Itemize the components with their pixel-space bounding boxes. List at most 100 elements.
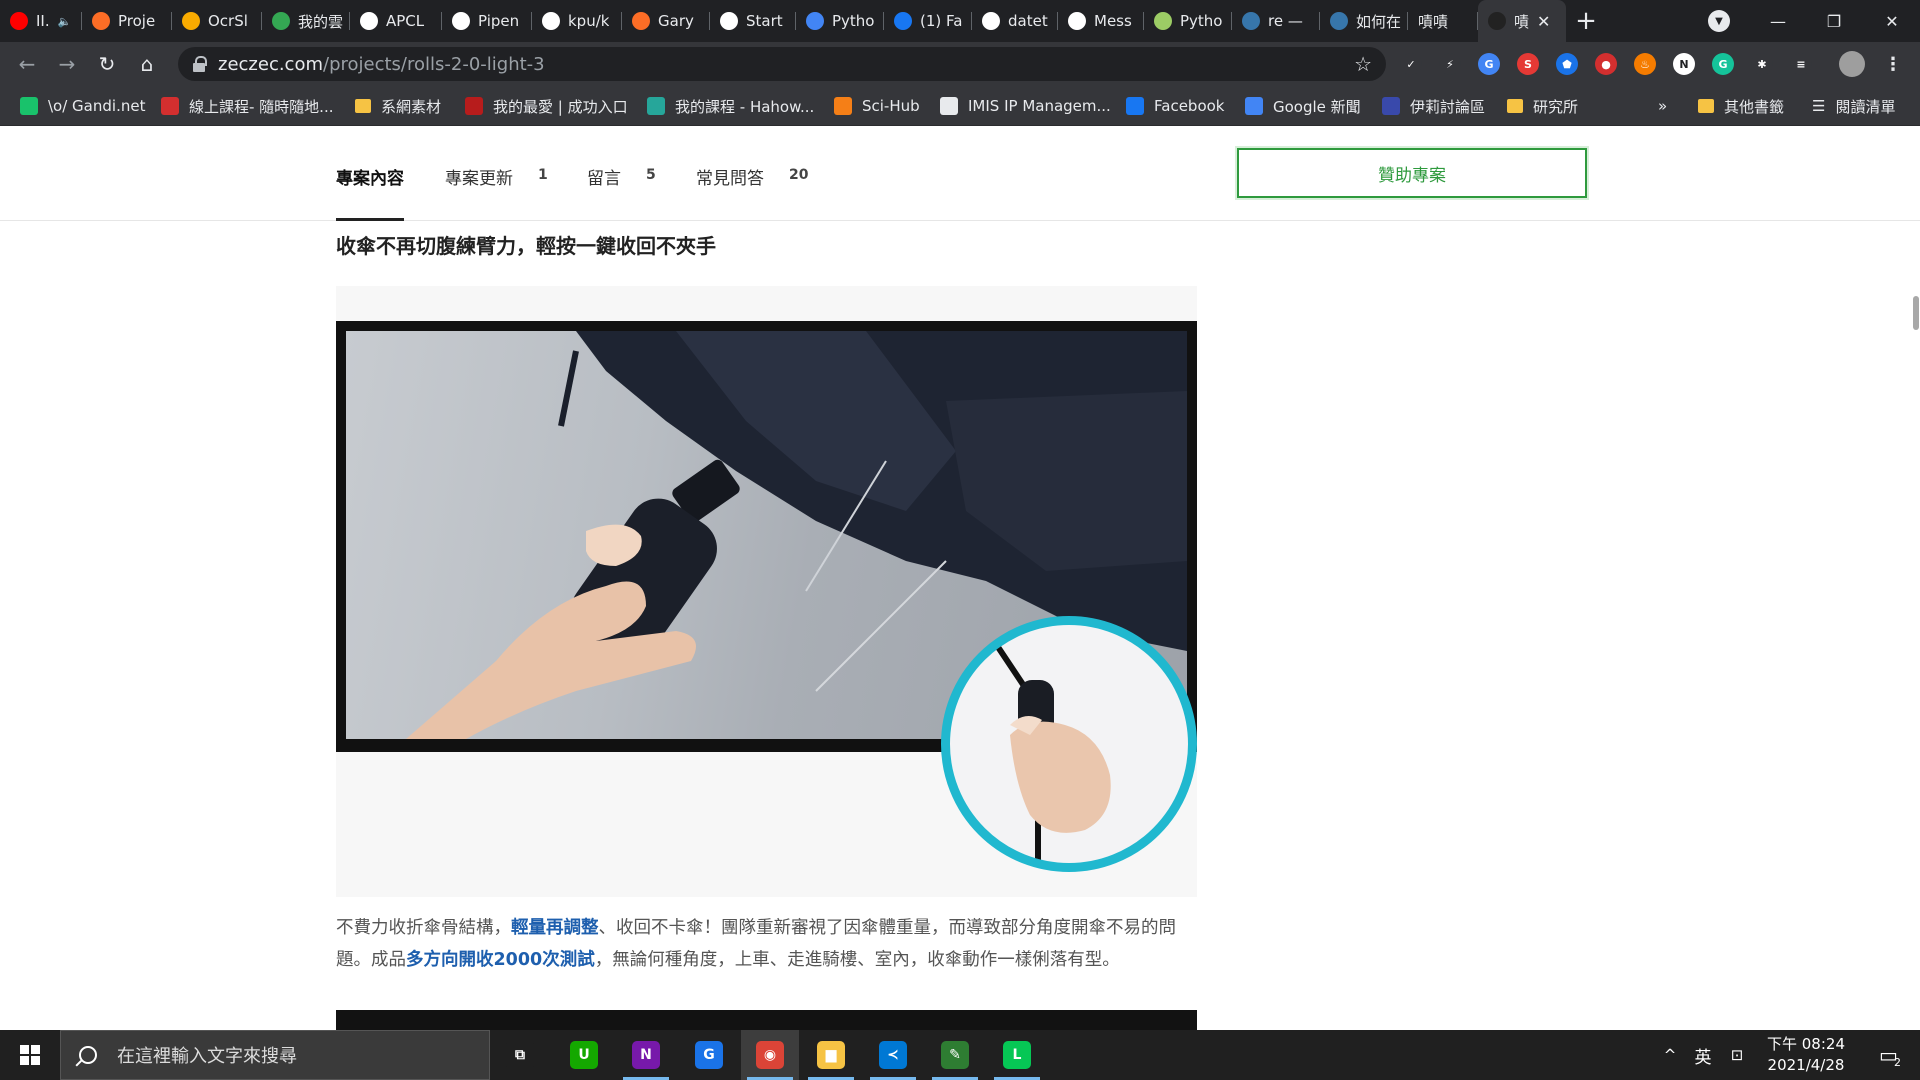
comments-count: 5 — [646, 167, 656, 183]
browser-tab[interactable]: kpu/k — [532, 0, 622, 42]
shield-extension-icon[interactable]: ⬟ — [1556, 53, 1578, 75]
minimize-button[interactable]: — — [1750, 0, 1806, 42]
bookmark-item[interactable]: 伊莉討論區 — [1382, 86, 1485, 126]
facebook-icon — [1126, 97, 1144, 115]
reading-list-button[interactable]: ☰ 閱讀清單 — [1812, 86, 1895, 126]
bookmark-item[interactable]: 研究所 — [1507, 86, 1578, 126]
bookmark-item[interactable]: Google 新聞 — [1245, 86, 1361, 126]
reload-icon[interactable]: ↻ — [93, 50, 121, 78]
home-icon[interactable]: ⌂ — [133, 50, 161, 78]
notification-center-icon[interactable]: ▭ 2 — [1862, 1030, 1918, 1080]
new-tab-button[interactable]: + — [1566, 0, 1606, 42]
tab-faq[interactable]: 常見問答 — [696, 164, 764, 189]
fire-extension-icon[interactable]: ♨ — [1634, 53, 1656, 75]
browser-tab[interactable]: Pipen — [442, 0, 532, 42]
browser-tab[interactable]: Start — [710, 0, 796, 42]
grammarly-extension-icon[interactable]: G — [1712, 53, 1734, 75]
browser-tab[interactable]: Proje — [82, 0, 172, 42]
browser-tab[interactable]: Gary — [622, 0, 710, 42]
forward-arrow-icon[interactable]: → — [53, 50, 81, 78]
taskbar-clock[interactable]: 下午 08:24 2021/4/28 — [1760, 1034, 1852, 1076]
page-content: 專案內容 專案更新 1 留言 5 常見問答 20 贊助專案 收傘不再切腹練臂力，… — [0, 126, 1920, 1030]
page-scrollbar[interactable] — [1913, 296, 1919, 330]
taskbar-app[interactable]: G — [680, 1030, 738, 1080]
browser-tab[interactable]: OcrSl — [172, 0, 262, 42]
translate-extension-icon[interactable]: G — [1478, 53, 1500, 75]
back-arrow-icon[interactable]: ← — [13, 50, 41, 78]
profile-avatar[interactable] — [1839, 51, 1865, 77]
chrome-icon: ◉ — [756, 1041, 784, 1069]
close-window-button[interactable]: ✕ — [1864, 0, 1920, 42]
browser-tab[interactable]: re — — [1232, 0, 1320, 42]
browser-tab[interactable]: 嘖嘖 — [1408, 0, 1478, 42]
ime-indicator[interactable]: 英 — [1688, 1030, 1718, 1080]
hahow-course-icon — [647, 97, 665, 115]
bolt-extension-icon[interactable]: ⚡ — [1439, 53, 1461, 75]
restore-button[interactable]: ❐ — [1806, 0, 1862, 42]
s-extension-icon[interactable]: S — [1517, 53, 1539, 75]
start-button[interactable] — [0, 1030, 60, 1080]
tab-comments[interactable]: 留言 — [587, 164, 621, 189]
browser-tab[interactable]: II. 🔈 — [0, 0, 82, 42]
browser-tab[interactable]: datet — [972, 0, 1058, 42]
taskbar-app[interactable]: L — [988, 1030, 1046, 1080]
browser-tab[interactable]: 如何在 — [1320, 0, 1408, 42]
browser-tab[interactable]: 嘖 ✕ — [1478, 0, 1566, 42]
gitlab-icon — [632, 12, 650, 30]
taskbar-app[interactable]: N — [617, 1030, 675, 1080]
bookmark-item[interactable]: Sci-Hub — [834, 86, 920, 126]
puzzle-extension-icon[interactable]: ✱ — [1751, 53, 1773, 75]
browser-tab[interactable]: Mess — [1058, 0, 1144, 42]
address-bar[interactable]: zeczec.com/projects/rolls-2-0-light-3 ☆ — [178, 47, 1386, 81]
lock-icon[interactable] — [192, 56, 207, 72]
bookmark-item[interactable]: \o/ Gandi.net — [20, 86, 145, 126]
tab-title: Start — [746, 12, 783, 30]
python-icon — [1242, 12, 1260, 30]
tab-project-updates[interactable]: 專案更新 — [445, 164, 513, 189]
sponsor-project-button[interactable]: 贊助專案 — [1237, 148, 1587, 198]
grammarly-icon: G — [695, 1041, 723, 1069]
tab-search-icon[interactable]: ▼ — [1708, 10, 1730, 32]
record-extension-icon[interactable]: ● — [1595, 53, 1617, 75]
close-tab-icon[interactable]: ✕ — [1537, 12, 1550, 31]
taskbar-app[interactable]: ◉ — [741, 1030, 799, 1080]
youtube-icon — [10, 12, 28, 30]
other-bookmarks-folder[interactable]: 其他書籤 — [1698, 86, 1784, 126]
media-extension-icon[interactable]: ≡ — [1790, 53, 1812, 75]
zeczec-icon — [1488, 12, 1506, 30]
bookmark-item[interactable]: 我的課程 - Hahow... — [647, 86, 814, 126]
audio-playing-icon[interactable]: 🔈 — [58, 15, 72, 28]
browser-tab[interactable]: 我的雲 — [262, 0, 350, 42]
url-host: zeczec.com — [218, 53, 324, 75]
tab-project-content[interactable]: 專案內容 — [336, 164, 404, 189]
notion-extension-icon[interactable]: N — [1673, 53, 1695, 75]
line-icon: L — [1003, 1041, 1031, 1069]
bookmark-item[interactable]: IMIS IP Managem... — [940, 86, 1111, 126]
bookmark-item[interactable]: 系網素材 — [355, 86, 441, 126]
check-extension-icon[interactable]: ✓ — [1400, 53, 1422, 75]
taskbar-app[interactable]: U — [555, 1030, 613, 1080]
bookmarks-overflow-chevron[interactable]: » — [1658, 86, 1667, 126]
browser-tab[interactable]: (1) Fa — [884, 0, 972, 42]
bookmark-item[interactable]: Facebook — [1126, 86, 1224, 126]
taskbar-app[interactable]: ▆ — [802, 1030, 860, 1080]
ime-mode-icon[interactable]: ⊡ — [1722, 1030, 1752, 1080]
paragraph-text-3: ，無論何種角度，上車、走進騎樓、室內，收傘動作一樣俐落有型。 — [594, 950, 1120, 970]
browser-tab[interactable]: APCL — [350, 0, 442, 42]
bookmark-label: 我的最愛 | 成功入口 — [493, 97, 628, 116]
taskbar-app[interactable]: ≺ — [864, 1030, 922, 1080]
bookmark-item[interactable]: 線上課程- 隨時隨地... — [161, 86, 334, 126]
menu-kebab-icon[interactable]: ⋮ — [1882, 53, 1904, 75]
tab-title: kpu/k — [568, 12, 610, 30]
browser-tab[interactable]: Pytho — [796, 0, 884, 42]
tab-title: datet — [1008, 12, 1048, 30]
bookmark-label: Google 新聞 — [1273, 97, 1361, 116]
taskbar-app[interactable]: ⧉ — [491, 1030, 549, 1080]
bookmark-star-icon[interactable]: ☆ — [1354, 52, 1372, 76]
browser-tab[interactable]: Pytho — [1144, 0, 1232, 42]
taskbar-search-box[interactable]: 在這裡輸入文字來搜尋 — [60, 1030, 490, 1080]
tray-chevron-icon[interactable]: ^ — [1655, 1030, 1685, 1080]
scihub-icon — [834, 97, 852, 115]
bookmark-item[interactable]: 我的最愛 | 成功入口 — [465, 86, 628, 126]
taskbar-app[interactable]: ✎ — [926, 1030, 984, 1080]
